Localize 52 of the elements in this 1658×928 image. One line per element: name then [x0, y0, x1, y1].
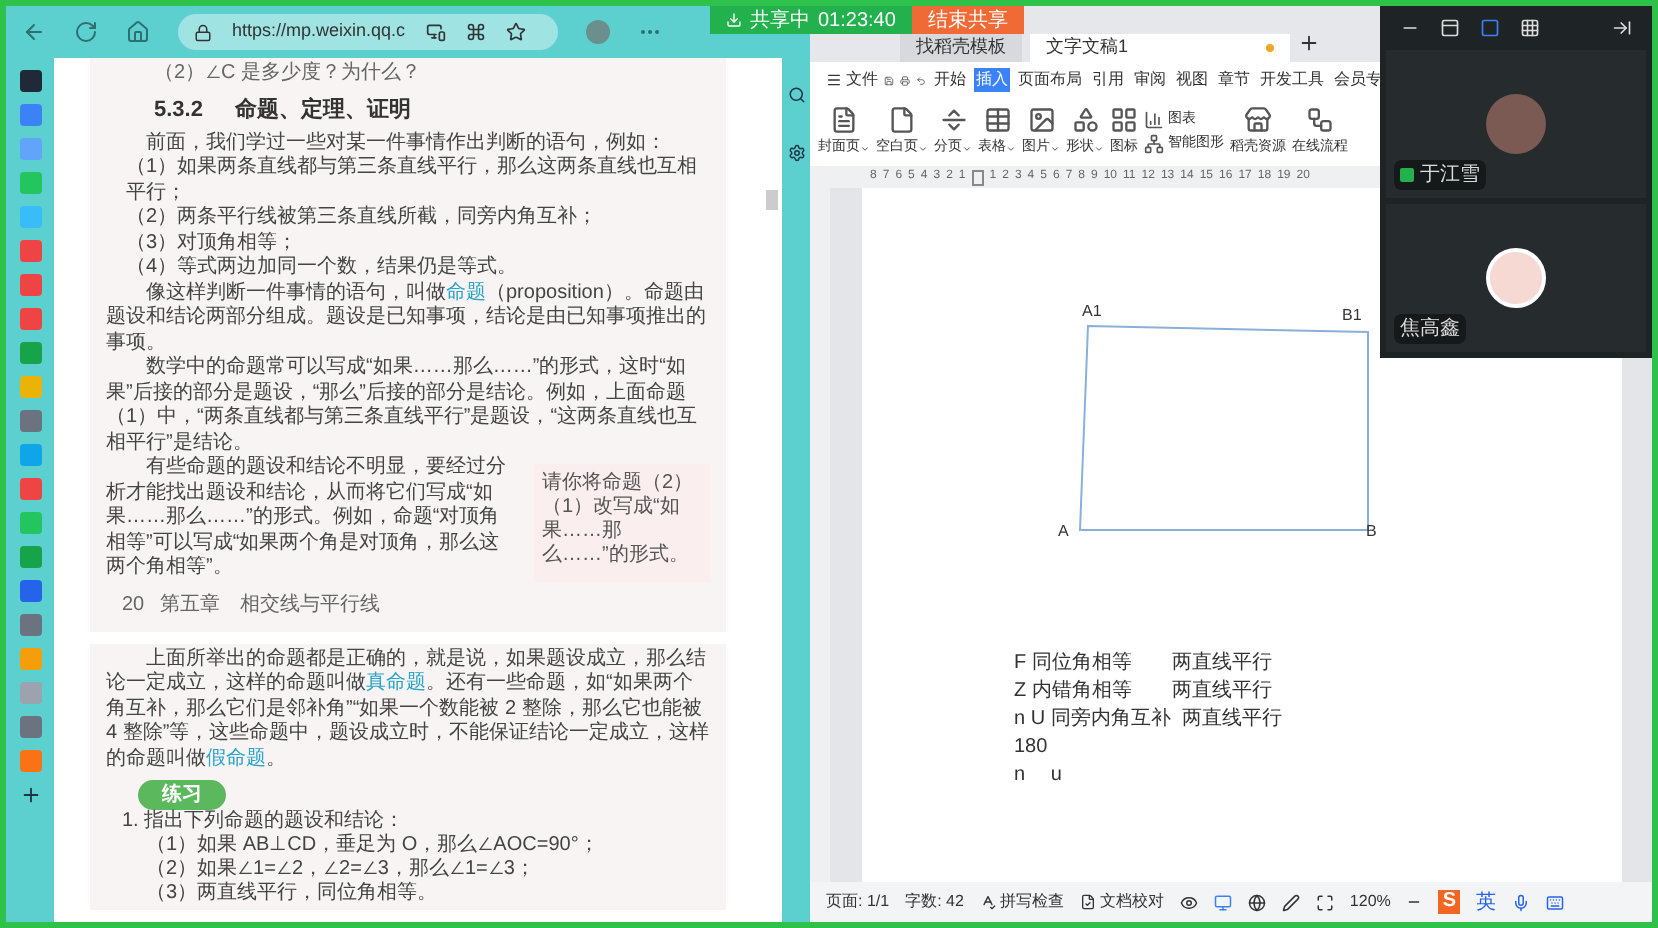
document-tab[interactable]: 找稻壳模板	[900, 34, 1022, 62]
participant-name: 焦高鑫	[1394, 314, 1466, 344]
url-text: https://mp.weixin.qq.c	[232, 18, 406, 45]
address-bar[interactable]: https://mp.weixin.qq.c	[178, 14, 558, 50]
point-label: B1	[1342, 304, 1362, 328]
exercise-text: （3）两直线平行，同位角相等。	[144, 882, 440, 906]
side-note: 请你将命题（2）（1）改写成“如果……那么……”的形式。	[534, 464, 710, 581]
exercise-text: 1. 指出下列命题的题设和结论：	[120, 810, 407, 833]
menu-tab[interactable]: 开始	[932, 68, 968, 92]
menu-tab[interactable]: 插入	[974, 68, 1010, 92]
proofread-button[interactable]: 文档校对	[1079, 890, 1164, 914]
file-menu[interactable]: 文件	[826, 68, 878, 92]
menu-tab[interactable]: 章节	[1216, 68, 1252, 92]
menu-tab[interactable]: 开发工具	[1258, 68, 1326, 92]
paragraph: 前面，我们学过一些对某一件事情作出判断的语句，例如：	[144, 131, 668, 155]
menu-tab[interactable]: 会员专	[1332, 68, 1384, 92]
paragraph: 数学中的命题常可以写成“如果……那么……”的形式，这时“如果”后接的部分是题设，“那么”后接的部分是结论。例如，上面命题（1）中，“两条直线都与第三条直线平行”是题设，“这两条直线也互相平行”是结论。	[106, 356, 700, 455]
document-line: 180	[1014, 736, 1050, 760]
point-label: A	[1058, 520, 1069, 544]
spell-check-button[interactable]: 拼写检查	[979, 890, 1064, 914]
exercise-text: （2）如果∠1=∠2，∠2=∠3，那么∠1=∠3；	[144, 858, 537, 881]
zoom-level[interactable]: 120%	[1349, 890, 1391, 914]
section-title: 命题、定理、证明	[234, 95, 411, 126]
exercise-text: （1）如果 AB⊥CD，垂足为 O，那么∠AOC=90°；	[144, 834, 601, 858]
section-number: 5.3.2	[154, 96, 203, 126]
list-item: （3）对顶角相等；	[124, 231, 300, 255]
paragraph: 上面所举出的命题都是正确的，就是说，如果题设成立，那么结论一定成立，这样的命题叫做真命题。还有一些命题，如“如果两个角互补，那么它们是邻补角”“如果一个数能被 2 整除，那么它也能被 4 整除”等，这些命题中，题设成立时，不能保证结论一定成立，这样的命题叫做假命题。	[106, 647, 710, 772]
document-line: F 同位角相等 两直线平行	[1014, 652, 1274, 676]
word-count: 字数: 42	[905, 890, 964, 914]
page-count: 页面: 1/1	[826, 890, 890, 914]
list-item: （1）如果两条直线都与第三条直线平行，那么这两条直线也互相平行；	[124, 156, 700, 205]
ime-mode[interactable]: 英	[1476, 887, 1497, 917]
document-line: n u	[1014, 764, 1064, 788]
point-label: A1	[1082, 300, 1102, 324]
list-item: （4）等式两边加同一个数，结果仍是等式。	[124, 256, 520, 281]
page-number: 20	[122, 591, 145, 619]
list-item: （2）两条平行线被第三条直线所截，同旁内角互补；	[124, 206, 600, 231]
exercise-text: （2）∠C 是多少度？为什么？	[152, 62, 424, 86]
paragraph: 像这样判断一件事情的语句，叫做命题（proposition）。命题由题设和结论两部分组成。题设是已知事项，结论是由已知事项推出的事项。	[106, 281, 708, 355]
menu-tab[interactable]: 审阅	[1132, 68, 1168, 92]
document-line: Z 内错角相等 两直线平行	[1014, 680, 1274, 704]
section-badge: 练习	[138, 780, 226, 810]
paragraph: 有些命题的题设和结论不明显，要经过分析才能找出题设和结论，从而将它们写成“如果……那么……”的形式。例如，命题“对顶角相等”可以写成“如果两个角是对顶角，那么这两个角相等”。	[106, 456, 508, 581]
menu-tab[interactable]: 引用	[1090, 68, 1126, 92]
point-label: B	[1366, 520, 1377, 544]
menu-tab[interactable]: 页面布局	[1016, 68, 1084, 92]
document-line: n U 同旁内角互补 两直线平行	[1014, 708, 1284, 732]
menu-tab[interactable]: 视图	[1174, 68, 1210, 92]
participant-name: 于江雪	[1394, 160, 1486, 190]
sharing-status: 共享中 01:23:40	[710, 6, 912, 34]
document-tab[interactable]: 文字文稿1	[1030, 34, 1290, 62]
page-footer: 第五章 相交线与平行线	[160, 589, 381, 619]
